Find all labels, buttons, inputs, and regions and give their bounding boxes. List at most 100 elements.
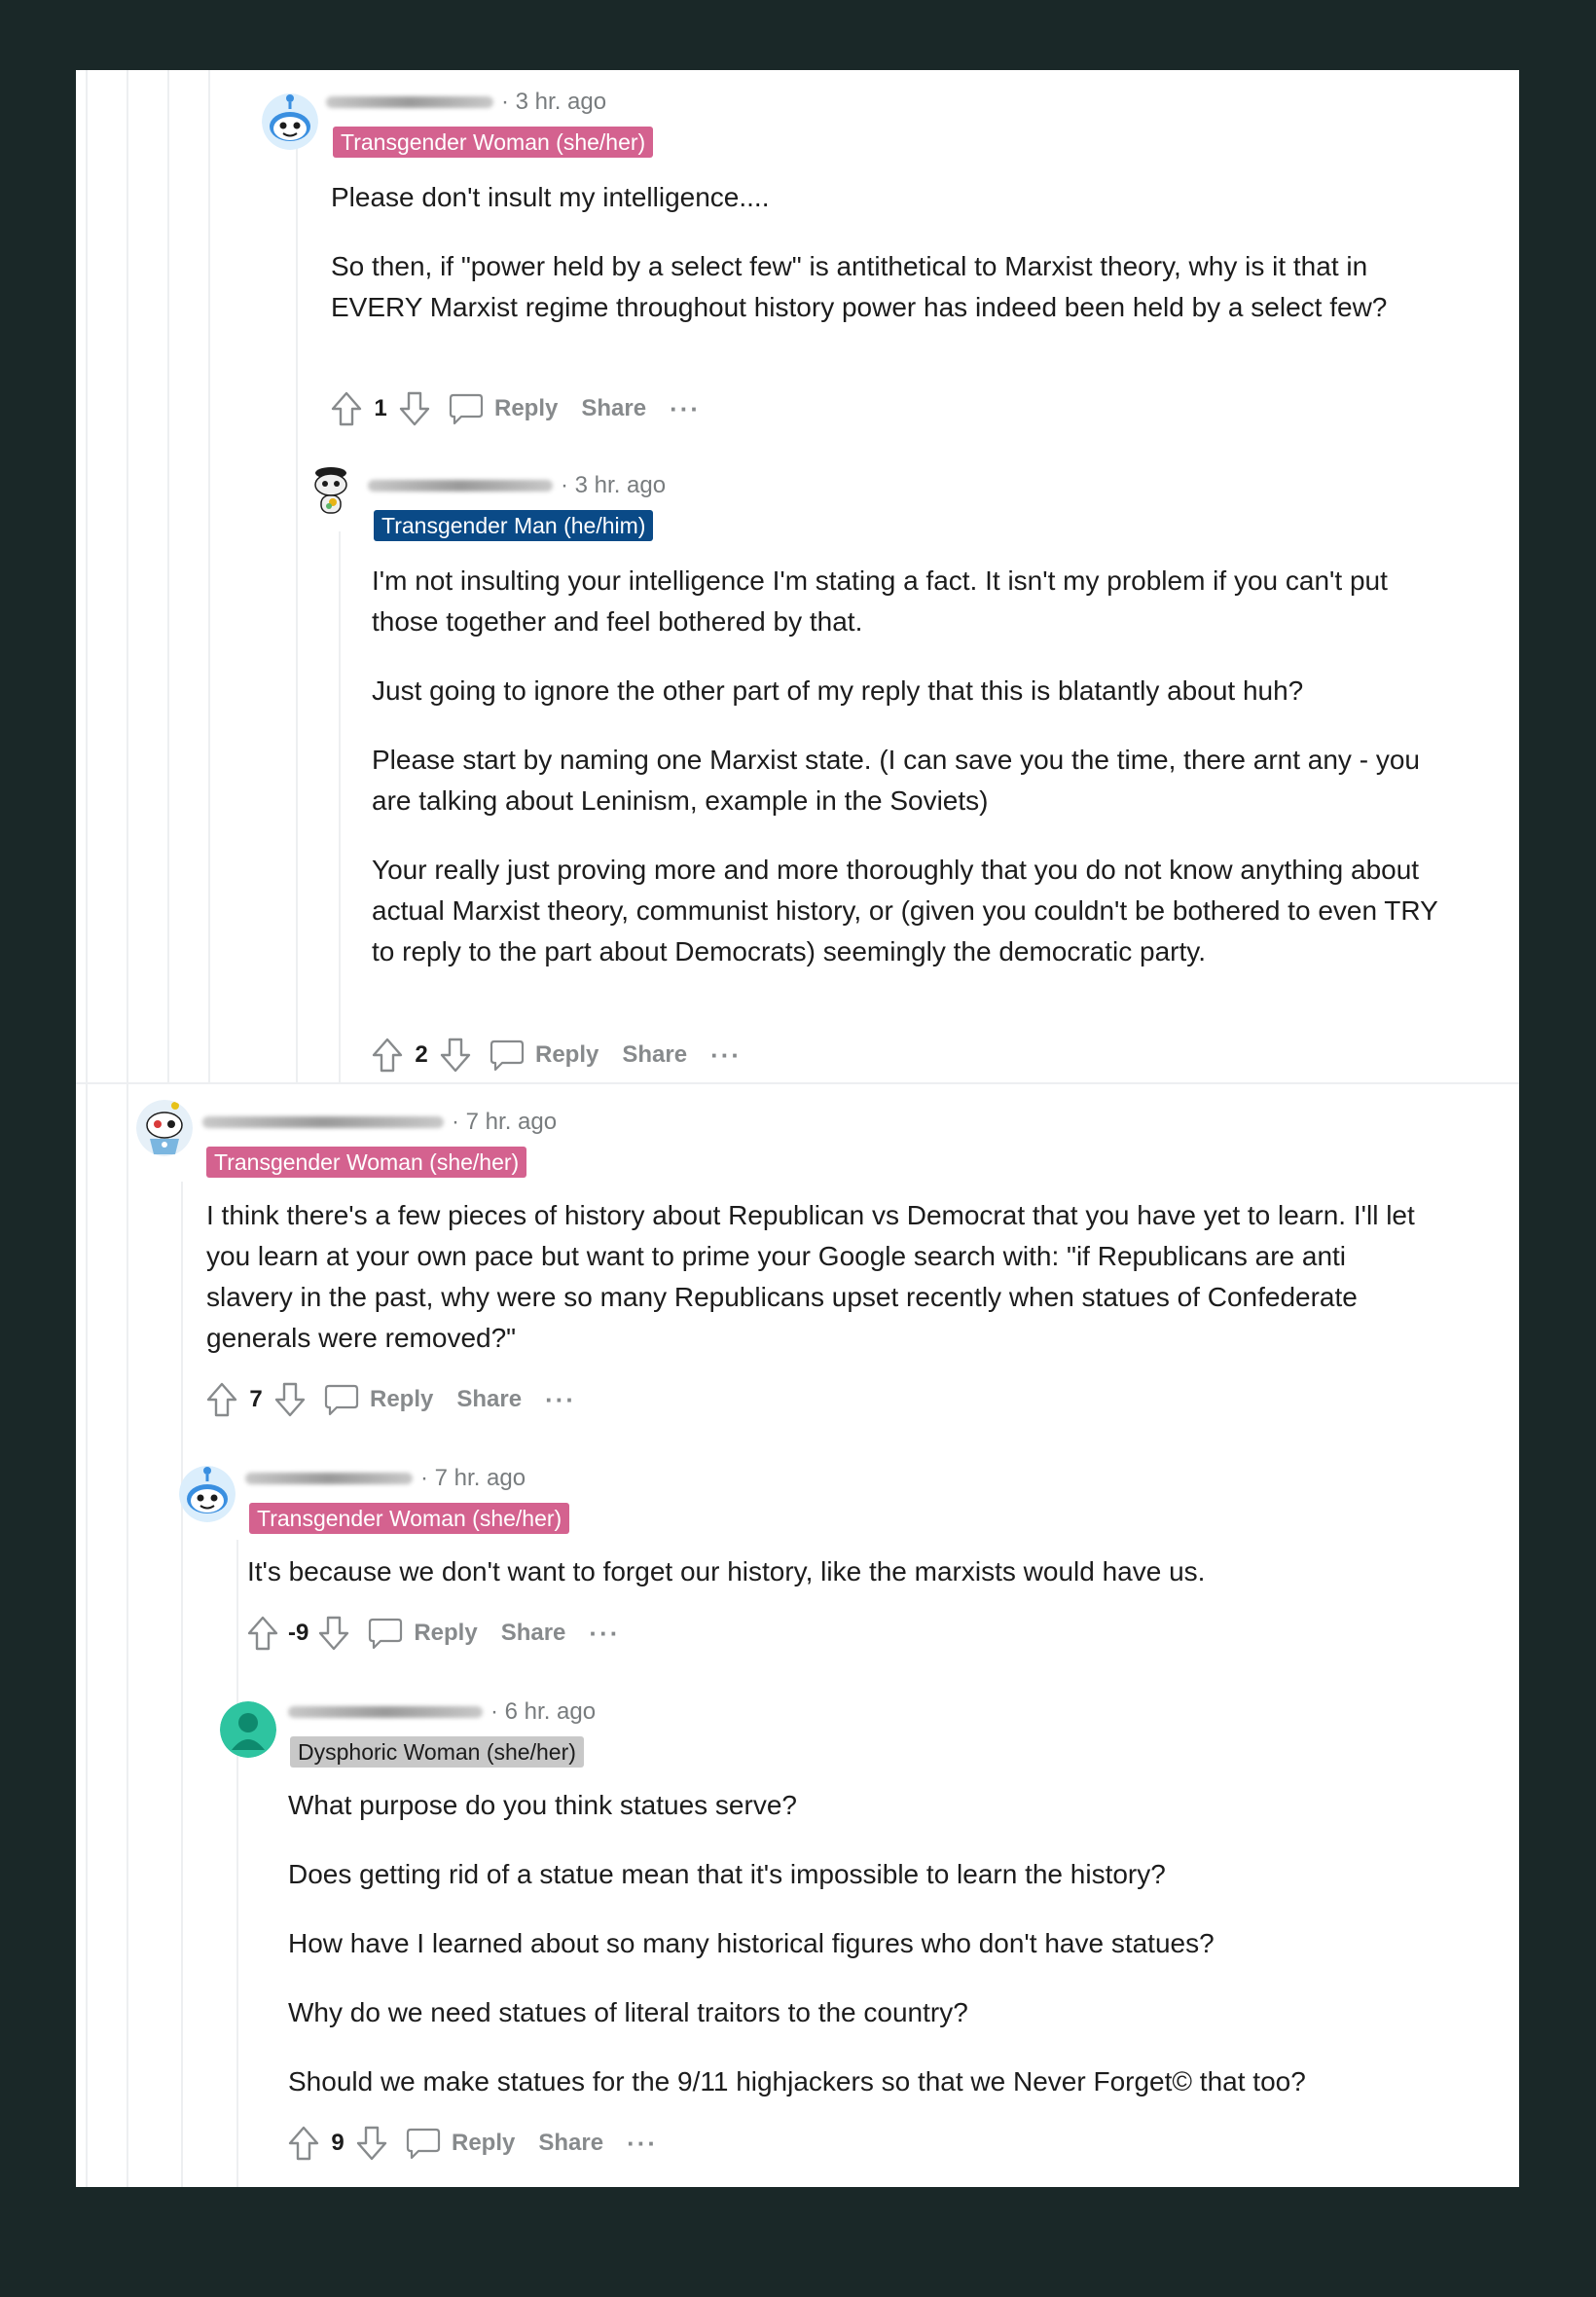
more-options-icon[interactable]: ··· [545,1387,576,1412]
comment-paragraph: Does getting rid of a statue mean that i… [288,1859,1166,1889]
snoo-avatar-icon[interactable] [179,1466,236,1522]
comment-thread-panel: · 3 hr. ago Transgender Woman (she/her) … [76,70,1519,2187]
comment-meta: · 7 hr. ago [245,1464,526,1493]
username-redacted[interactable] [326,96,493,108]
username-redacted[interactable] [288,1706,483,1718]
vote-score: 1 [374,395,387,421]
timestamp[interactable]: · 3 hr. ago [501,89,606,116]
share-button[interactable]: Share [581,395,646,422]
comment-actions: -9 Reply Share ··· [243,1612,620,1655]
vote-score: 7 [249,1386,263,1412]
comment-body: What purpose do you think statues serve?… [288,1785,1456,2102]
comment-actions: 7 Reply Share ··· [202,1378,576,1421]
comment-paragraph: So then, if "power held by a select few"… [331,251,1388,322]
downvote-icon[interactable] [271,1379,309,1420]
comment-paragraph: Your really just proving more and more t… [372,855,1438,966]
comment-paragraph: Just going to ignore the other part of m… [372,675,1304,706]
snoo-avatar-icon[interactable] [262,93,318,150]
comment-body: It's because we don't want to forget our… [247,1551,1444,1592]
thread-line[interactable] [86,1084,88,2187]
comment-paragraph: I think there's a few pieces of history … [206,1200,1415,1353]
username-redacted[interactable] [202,1116,444,1128]
thread-line[interactable] [167,70,169,1082]
more-options-icon[interactable]: ··· [670,396,701,421]
vote-score: -9 [288,1620,309,1646]
thread-line[interactable] [86,70,88,1082]
upvote-icon[interactable] [327,388,366,429]
comment-paragraph: Should we make statues for the 9/11 high… [288,2066,1306,2096]
reply-label: Reply [452,2130,516,2156]
default-user-icon[interactable] [220,1701,276,1758]
upvote-icon[interactable] [202,1379,241,1420]
comment-bubble-icon [369,1618,403,1650]
timestamp[interactable]: · 3 hr. ago [561,472,666,499]
comment-paragraph: What purpose do you think statues serve? [288,1790,797,1820]
comment-paragraph: It's because we don't want to forget our… [247,1556,1206,1586]
thread-divider [76,1082,1519,1084]
comment-actions: 1 Reply Share ··· [327,387,701,430]
downvote-icon[interactable] [436,1035,475,1076]
more-options-icon[interactable]: ··· [589,1621,620,1646]
comment-paragraph: Please don't insult my intelligence.... [331,182,770,212]
user-flair: Transgender Man (he/him) [374,510,654,541]
thread-line[interactable] [208,70,210,1082]
thread-line[interactable] [127,70,128,1082]
timestamp[interactable]: · 7 hr. ago [452,1109,557,1136]
comment-actions: 9 Reply Share ··· [284,2122,658,2165]
more-options-icon[interactable]: ··· [627,2131,658,2156]
comment-paragraph: I'm not insulting your intelligence I'm … [372,565,1388,637]
thread-line[interactable] [339,531,341,1082]
reply-button[interactable]: Reply [448,390,558,427]
reply-label: Reply [535,1041,599,1068]
vote-score: 9 [331,2130,345,2156]
snoo-avatar-icon[interactable] [303,461,359,518]
comment-paragraph: How have I learned about so many histori… [288,1928,1215,1958]
user-flair: Transgender Woman (she/her) [206,1147,527,1178]
comment-paragraph: Why do we need statues of literal traito… [288,1997,968,2027]
comment-body: I'm not insulting your intelligence I'm … [372,561,1452,972]
comment-bubble-icon [490,1039,525,1072]
timestamp[interactable]: · 6 hr. ago [490,1698,596,1726]
comment-body: I think there's a few pieces of history … [206,1195,1423,1359]
thread-line[interactable] [181,1182,183,2187]
reply-label: Reply [414,1620,478,1646]
reply-button[interactable]: Reply [323,1381,433,1418]
share-button[interactable]: Share [622,1041,687,1069]
comment-actions: 2 Reply Share ··· [368,1034,742,1076]
snoo-avatar-icon[interactable] [136,1100,193,1156]
comment-bubble-icon [324,1384,359,1416]
reply-label: Reply [370,1386,434,1412]
comment-meta: · 3 hr. ago [326,88,606,117]
downvote-icon[interactable] [352,2123,391,2164]
share-button[interactable]: Share [538,2130,603,2157]
upvote-icon[interactable] [243,1613,282,1654]
comment-meta: · 7 hr. ago [202,1108,557,1137]
username-redacted[interactable] [368,480,553,492]
vote-score: 2 [415,1041,428,1068]
reply-button[interactable]: Reply [367,1615,478,1652]
reply-label: Reply [494,395,559,421]
share-button[interactable]: Share [501,1620,566,1647]
username-redacted[interactable] [245,1473,413,1484]
comment-meta: · 6 hr. ago [288,1697,596,1727]
thread-line[interactable] [127,1084,128,2187]
reply-button[interactable]: Reply [405,2125,515,2162]
user-flair: Transgender Woman (she/her) [333,127,654,158]
upvote-icon[interactable] [284,2123,323,2164]
downvote-icon[interactable] [395,388,434,429]
user-flair: Dysphoric Woman (she/her) [290,1736,584,1768]
comment-body: Please don't insult my intelligence.... … [331,177,1431,328]
more-options-icon[interactable]: ··· [710,1042,742,1068]
comment-bubble-icon [406,2128,441,2160]
thread-line[interactable] [296,121,298,1082]
timestamp[interactable]: · 7 hr. ago [420,1465,526,1492]
reply-button[interactable]: Reply [489,1037,598,1074]
downvote-icon[interactable] [314,1613,353,1654]
user-flair: Transgender Woman (she/her) [249,1503,570,1534]
comment-bubble-icon [449,393,484,425]
share-button[interactable]: Share [456,1386,522,1413]
upvote-icon[interactable] [368,1035,407,1076]
thread-line[interactable] [236,1540,238,2187]
comment-meta: · 3 hr. ago [368,471,666,500]
comment-paragraph: Please start by naming one Marxist state… [372,745,1420,816]
